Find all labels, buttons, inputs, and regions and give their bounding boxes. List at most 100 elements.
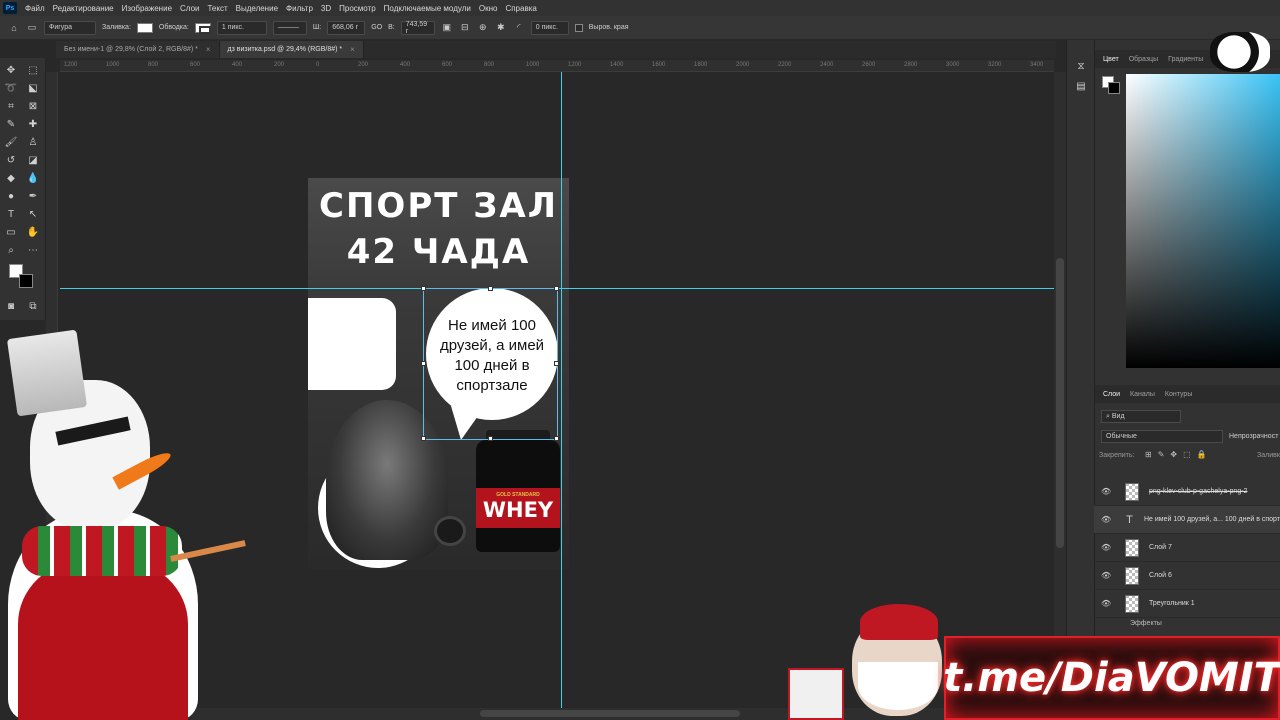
crop-tool-icon[interactable]: ⌗ (3, 98, 19, 114)
panel-background-swatch[interactable] (1108, 82, 1120, 94)
stamp-tool-icon[interactable]: ♙ (25, 134, 41, 150)
close-icon[interactable]: × (350, 45, 355, 54)
tab-paths[interactable]: Контуры (1165, 391, 1192, 398)
home-icon[interactable]: ⌂ (8, 22, 20, 34)
hand-tool-icon[interactable]: ✋ (25, 224, 41, 240)
menu-3d[interactable]: 3D (317, 4, 335, 13)
layer-row[interactable]: 👁 Слой 7 (1094, 534, 1280, 562)
history-brush-icon[interactable]: ↺ (3, 152, 19, 168)
handle-top-right[interactable] (554, 286, 559, 291)
quick-mask-icon[interactable]: ◙ (3, 298, 19, 314)
dodge-tool-icon[interactable]: ● (3, 188, 19, 204)
frame-tool-icon[interactable]: ⊠ (25, 98, 41, 114)
shape-mode-select[interactable]: Фигура (44, 20, 96, 35)
pen-tool-icon[interactable]: ✒ (25, 188, 41, 204)
brush-tool-icon[interactable]: 🖌 (3, 134, 19, 150)
eyedropper-icon[interactable]: ✎ (3, 116, 19, 132)
path-operations-icon[interactable]: ▣ (441, 22, 453, 34)
layer-name: Слой 7 (1149, 544, 1172, 551)
tab-color[interactable]: Цвет (1103, 56, 1119, 63)
rectangle-shape-icon[interactable]: ▭ (3, 224, 19, 240)
stroke-swatch[interactable] (194, 22, 211, 34)
history-panel-icon[interactable]: ⧖ (1073, 58, 1089, 74)
tab-untitled[interactable]: Без имени-1 @ 29,8% (Слой 2, RGB/8#) * × (56, 41, 220, 58)
background-color-swatch[interactable] (19, 274, 33, 288)
photoshop-logo[interactable]: Ps (3, 2, 17, 14)
stroke-width-input[interactable]: 1 пикс. (216, 20, 267, 35)
menu-window[interactable]: Окно (475, 4, 502, 13)
gradient-tool-icon[interactable]: ◆ (3, 170, 19, 186)
layer-row[interactable]: 👁 Треугольник 1 (1094, 590, 1280, 618)
ruler-tick-label: 0 (316, 62, 320, 68)
menu-bar: Ps Файл Редактирование Изображение Слои … (0, 0, 1280, 16)
marquee-tool-icon[interactable]: ⬚ (25, 62, 41, 78)
eye-icon[interactable]: 👁 (1101, 515, 1111, 524)
lasso-tool-icon[interactable]: ➰ (3, 80, 19, 96)
corner-radius-input[interactable]: 0 пикс. (530, 20, 569, 35)
align-edges-checkbox[interactable] (574, 23, 583, 32)
width-input[interactable]: 668,06 г (327, 20, 366, 35)
menu-filter[interactable]: Фильтр (282, 4, 317, 13)
healing-brush-icon[interactable]: ✚ (25, 116, 41, 132)
path-alignment-icon[interactable]: ⊟ (459, 22, 471, 34)
stroke-type-select[interactable]: ——— (272, 20, 307, 35)
handle-top-left[interactable] (421, 286, 426, 291)
menu-layers[interactable]: Слои (176, 4, 203, 13)
type-tool-icon[interactable]: T (3, 206, 19, 222)
menu-image[interactable]: Изображение (118, 4, 176, 13)
screen-mode-icon[interactable]: ⧉ (25, 298, 41, 314)
path-select-icon[interactable]: ↖ (25, 206, 41, 222)
height-input[interactable]: 743,59 г (400, 20, 435, 35)
menu-help[interactable]: Справка (501, 4, 540, 13)
transform-selection[interactable] (421, 286, 559, 441)
comments-panel-icon[interactable]: ▤ (1073, 78, 1089, 94)
layer-row[interactable]: 👁 png-klev-club-p-gachelya-png-2 (1094, 478, 1280, 506)
white-rounded-card (308, 298, 396, 390)
eye-icon[interactable]: 👁 (1101, 487, 1111, 496)
eraser-tool-icon[interactable]: ◪ (25, 152, 41, 168)
color-picker-field[interactable] (1126, 74, 1280, 368)
menu-text[interactable]: Текст (203, 4, 231, 13)
gear-icon[interactable]: ✱ (495, 22, 507, 34)
path-arrangement-icon[interactable]: ⊕ (477, 22, 489, 34)
menu-plugins[interactable]: Подключаемые модули (380, 4, 475, 13)
layer-row[interactable]: 👁 Слой 6 (1094, 562, 1280, 590)
close-icon[interactable]: × (206, 45, 211, 54)
menu-file[interactable]: Файл (21, 4, 49, 13)
layer-row-selected[interactable]: 👁 T Не имей 100 друзей, а... 100 дней в … (1094, 506, 1280, 534)
eye-icon[interactable]: 👁 (1101, 571, 1111, 580)
eye-icon[interactable]: 👁 (1101, 543, 1111, 552)
handle-right[interactable] (554, 361, 559, 366)
layer-effects-label[interactable]: Эффекты (1130, 620, 1162, 627)
corner-radius-icon: ◜ (517, 22, 521, 32)
layer-name: Слой 6 (1149, 572, 1172, 579)
tab-swatches[interactable]: Образцы (1129, 56, 1158, 63)
rectangle-tool-icon[interactable]: ▭ (26, 22, 38, 34)
blur-tool-icon[interactable]: 💧 (25, 170, 41, 186)
zoom-tool-icon[interactable]: ⌕ (3, 242, 19, 258)
menu-view[interactable]: Просмотр (335, 4, 380, 13)
tab-channels[interactable]: Каналы (1130, 391, 1155, 398)
fill-swatch[interactable] (136, 22, 153, 33)
link-dimensions-icon[interactable]: GO (371, 24, 382, 31)
tab-gradients[interactable]: Градиенты (1168, 56, 1203, 63)
move-tool-icon[interactable]: ✥ (3, 62, 19, 78)
eye-icon[interactable]: 👁 (1101, 599, 1111, 608)
vertical-guide[interactable] (561, 72, 562, 708)
tab-vizitka[interactable]: дз визитка.psd @ 29,4% (RGB/8#) * × (219, 41, 364, 58)
object-select-icon[interactable]: ⬕ (25, 80, 41, 96)
blend-mode-select[interactable]: Обычные (1101, 430, 1223, 443)
lock-icons[interactable]: ⊞✎✥⬚🔒 (1145, 450, 1213, 459)
horizontal-scroll-thumb[interactable] (480, 710, 740, 717)
handle-left[interactable] (421, 361, 426, 366)
vertical-scroll-thumb[interactable] (1056, 258, 1064, 548)
handle-bottom[interactable] (488, 436, 493, 441)
menu-select[interactable]: Выделение (232, 4, 282, 13)
more-tools-icon[interactable]: ⋯ (25, 242, 41, 258)
handle-bottom-right[interactable] (554, 436, 559, 441)
handle-top[interactable] (488, 286, 493, 291)
menu-edit[interactable]: Редактирование (49, 4, 118, 13)
handle-bottom-left[interactable] (421, 436, 426, 441)
tab-layers[interactable]: Слои (1103, 391, 1120, 398)
layer-filter-select[interactable]: ⌕ Вид (1101, 410, 1181, 423)
